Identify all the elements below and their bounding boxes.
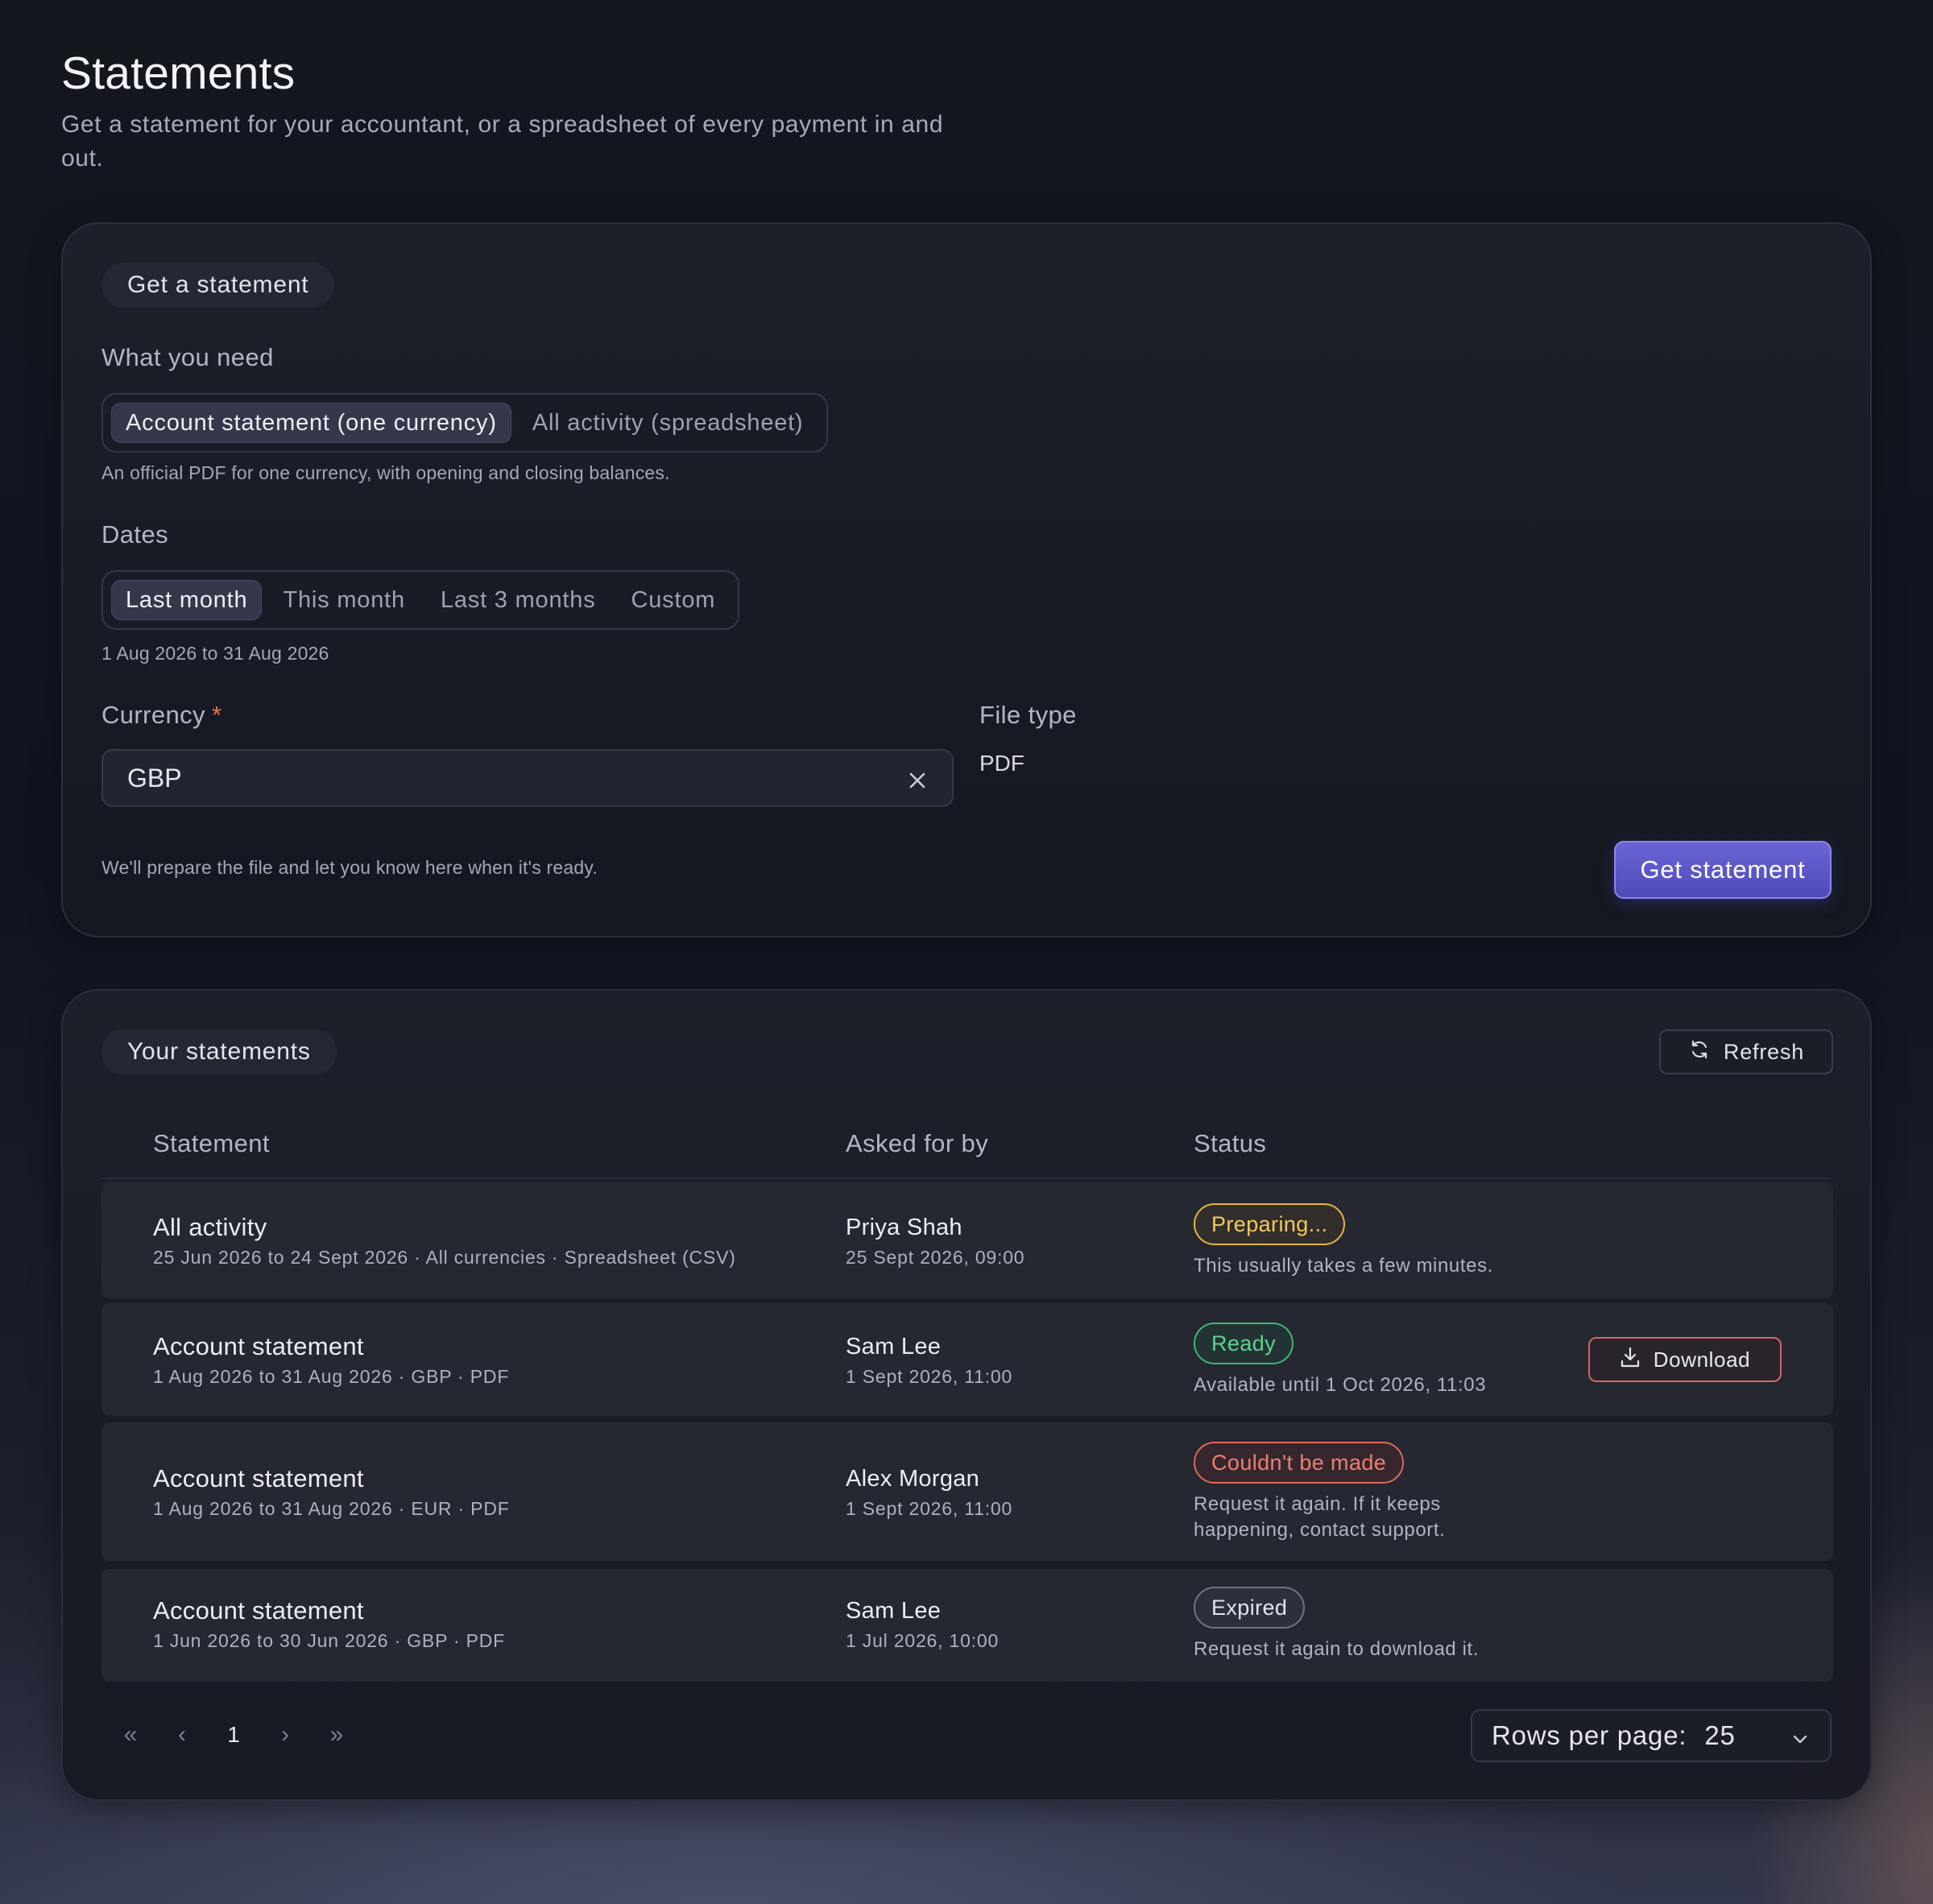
- refresh-button[interactable]: Refresh: [1659, 1029, 1833, 1074]
- file-type-value: PDF: [979, 751, 1024, 776]
- currency-label-text: Currency: [101, 701, 205, 729]
- requester-name: Priya Shah: [846, 1215, 962, 1240]
- option-custom[interactable]: Custom: [617, 580, 731, 620]
- download-label: Download: [1653, 1347, 1751, 1372]
- status-note: Available until 1 Oct 2026, 11:03: [1194, 1374, 1487, 1396]
- dates-label: Dates: [101, 520, 168, 548]
- get-statement-button[interactable]: Get statement: [1614, 841, 1832, 899]
- status-note: This usually takes a few minutes.: [1194, 1255, 1493, 1277]
- card-title-chip: Your statements: [101, 1029, 337, 1074]
- rows-per-page-select[interactable]: Rows per page: 25: [1471, 1709, 1832, 1762]
- table-row[interactable]: All activity 25 Jun 2026 to 24 Sept 2026…: [101, 1182, 1833, 1298]
- option-this-month[interactable]: This month: [268, 580, 419, 620]
- date-range-toggle: Last month This month Last 3 months Cust…: [101, 570, 740, 630]
- status-badge: Preparing...: [1194, 1203, 1346, 1245]
- date-range-hint: 1 Aug 2026 to 31 Aug 2026: [101, 643, 329, 664]
- currency-value: GBP: [127, 763, 182, 793]
- requester-name: Sam Lee: [846, 1334, 942, 1360]
- next-page-button[interactable]: ›: [259, 1712, 311, 1757]
- table-row[interactable]: Account statement 1 Aug 2026 to 31 Aug 2…: [101, 1303, 1833, 1416]
- option-last-month[interactable]: Last month: [111, 580, 263, 620]
- file-type-label: File type: [979, 701, 1077, 729]
- statement-title: Account statement: [153, 1332, 364, 1360]
- chevron-down-icon: [1790, 1725, 1811, 1746]
- column-header-statement[interactable]: Statement: [153, 1129, 270, 1158]
- statement-details: 25 Jun 2026 to 24 Sept 2026 · All curren…: [153, 1247, 736, 1268]
- option-last-3-months[interactable]: Last 3 months: [426, 580, 611, 620]
- current-page[interactable]: 1: [208, 1712, 259, 1757]
- what-you-need-label: What you need: [101, 343, 274, 371]
- statement-title: Account statement: [153, 1464, 364, 1492]
- option-all-activity[interactable]: All activity (spreadsheet): [518, 403, 818, 443]
- request-date: 1 Sept 2026, 11:00: [846, 1498, 1013, 1519]
- request-date: 1 Jul 2026, 10:00: [846, 1630, 1000, 1651]
- download-icon: [1620, 1346, 1641, 1374]
- statement-details: 1 Jun 2026 to 30 Jun 2026 · GBP · PDF: [153, 1630, 506, 1651]
- prev-page-button[interactable]: ‹: [156, 1712, 208, 1757]
- pagination: « ‹ 1 › »: [105, 1712, 362, 1757]
- statement-type-hint: An official PDF for one currency, with o…: [101, 462, 670, 483]
- last-page-button[interactable]: »: [311, 1712, 362, 1757]
- header-divider: [101, 1178, 1832, 1179]
- refresh-icon: [1688, 1038, 1711, 1066]
- status-note: Request it again to download it.: [1194, 1638, 1480, 1660]
- status-badge: Couldn't be made: [1194, 1442, 1405, 1484]
- card-title-chip: Get a statement: [101, 263, 335, 308]
- column-header-status[interactable]: Status: [1194, 1129, 1266, 1158]
- statements-list-card: Your statements Refresh Statement Asked …: [61, 989, 1872, 1801]
- table-row[interactable]: Account statement 1 Jun 2026 to 30 Jun 2…: [101, 1569, 1833, 1682]
- option-account-statement[interactable]: Account statement (one currency): [111, 403, 511, 443]
- status-note: Request it again. If it keeps happening,…: [1194, 1493, 1446, 1541]
- statement-request-card: Get a statement What you need Account st…: [61, 222, 1872, 938]
- rows-per-page-label: Rows per page:: [1492, 1720, 1687, 1750]
- requester-name: Alex Morgan: [846, 1466, 980, 1492]
- currency-select[interactable]: GBP: [101, 749, 954, 807]
- statement-title: Account statement: [153, 1596, 364, 1625]
- table-row[interactable]: Account statement 1 Aug 2026 to 31 Aug 2…: [101, 1422, 1833, 1561]
- download-button[interactable]: Download: [1588, 1337, 1782, 1382]
- request-date: 1 Sept 2026, 11:00: [846, 1366, 1013, 1387]
- status-badge: Expired: [1194, 1587, 1306, 1629]
- first-page-button[interactable]: «: [105, 1712, 156, 1757]
- currency-label: Currency *: [101, 701, 221, 730]
- page-subtitle: Get a statement for your accountant, or …: [61, 111, 944, 172]
- prepare-note: We'll prepare the file and let you know …: [101, 857, 598, 878]
- requester-name: Sam Lee: [846, 1598, 942, 1624]
- refresh-label: Refresh: [1723, 1039, 1805, 1064]
- request-date: 25 Sept 2026, 09:00: [846, 1247, 1025, 1268]
- page-title: Statements: [61, 48, 296, 99]
- statement-details: 1 Aug 2026 to 31 Aug 2026 · GBP · PDF: [153, 1366, 510, 1387]
- required-mark: *: [211, 701, 222, 729]
- statement-title: All activity: [153, 1213, 267, 1241]
- rows-per-page-value: 25: [1704, 1720, 1736, 1750]
- statement-type-toggle: Account statement (one currency) All act…: [101, 393, 828, 453]
- close-icon[interactable]: [907, 768, 928, 789]
- status-badge: Ready: [1194, 1322, 1294, 1364]
- column-header-asked-by[interactable]: Asked for by: [846, 1129, 988, 1158]
- statement-details: 1 Aug 2026 to 31 Aug 2026 · EUR · PDF: [153, 1498, 510, 1519]
